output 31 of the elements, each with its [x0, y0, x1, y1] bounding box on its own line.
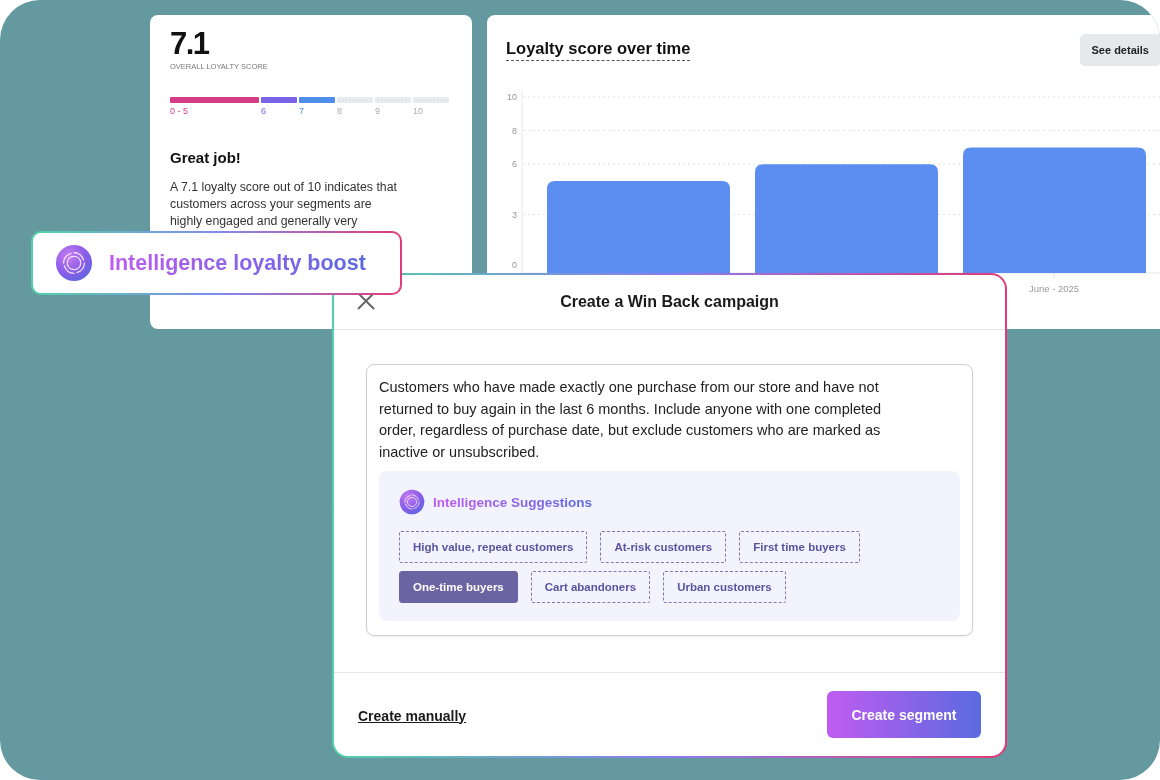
suggestion-chip[interactable]: At-risk customers [600, 531, 727, 563]
dialog-title: Create a Win Back campaign [560, 293, 779, 311]
chart-title: Loyalty score over time [506, 39, 691, 61]
scale-label: 9 [375, 106, 381, 116]
suggestion-chip[interactable]: One-time buyers [399, 571, 518, 603]
swirl-icon [399, 489, 425, 515]
axis-tick-label: 8 [512, 125, 517, 136]
suggestion-chip[interactable]: High value, repeat customers [399, 531, 588, 563]
see-details-button[interactable]: See details [1079, 34, 1160, 66]
axis-tick-label: 10 [507, 92, 517, 102]
scale-label: 6 [261, 106, 267, 116]
axis-category-label: June - 2025 [1028, 283, 1080, 294]
axis-tick-label: 3 [512, 209, 517, 220]
card-heading: Great job! [170, 148, 242, 168]
create-segment-button[interactable]: Create segment [827, 691, 981, 738]
scale-label: 0 - 5 [170, 106, 189, 116]
prompt-text: Customers who have made exactly one purchase from our store and have not returned to buy again in the last 6 months. Include anyone with one completed order, regardless of purchase date, but exclude customers who are marked as inactive or unsubscribed. [379, 378, 883, 462]
axis-tick-label: 0 [512, 260, 517, 270]
suggestion-chip[interactable]: Cart abandoners [530, 571, 651, 603]
prompt-field[interactable] [366, 364, 973, 636]
scale-label: 8 [337, 106, 343, 116]
create-manually-link[interactable]: Create manually [358, 707, 467, 724]
axis-tick-label: 6 [512, 159, 517, 170]
score-description: A 7.1 loyalty score out of 10 indicates that customers across your segments are highly engaged and generally very [170, 179, 398, 230]
score-value: 7.1 [170, 27, 210, 61]
suggestion-chip[interactable]: First time buyers [739, 531, 860, 563]
scale-label: 10 [413, 106, 424, 116]
suggestion-chip[interactable]: Urban customers [663, 571, 786, 603]
swirl-icon [55, 244, 93, 282]
close-icon[interactable] [357, 292, 375, 310]
scale-label: 7 [299, 106, 305, 116]
